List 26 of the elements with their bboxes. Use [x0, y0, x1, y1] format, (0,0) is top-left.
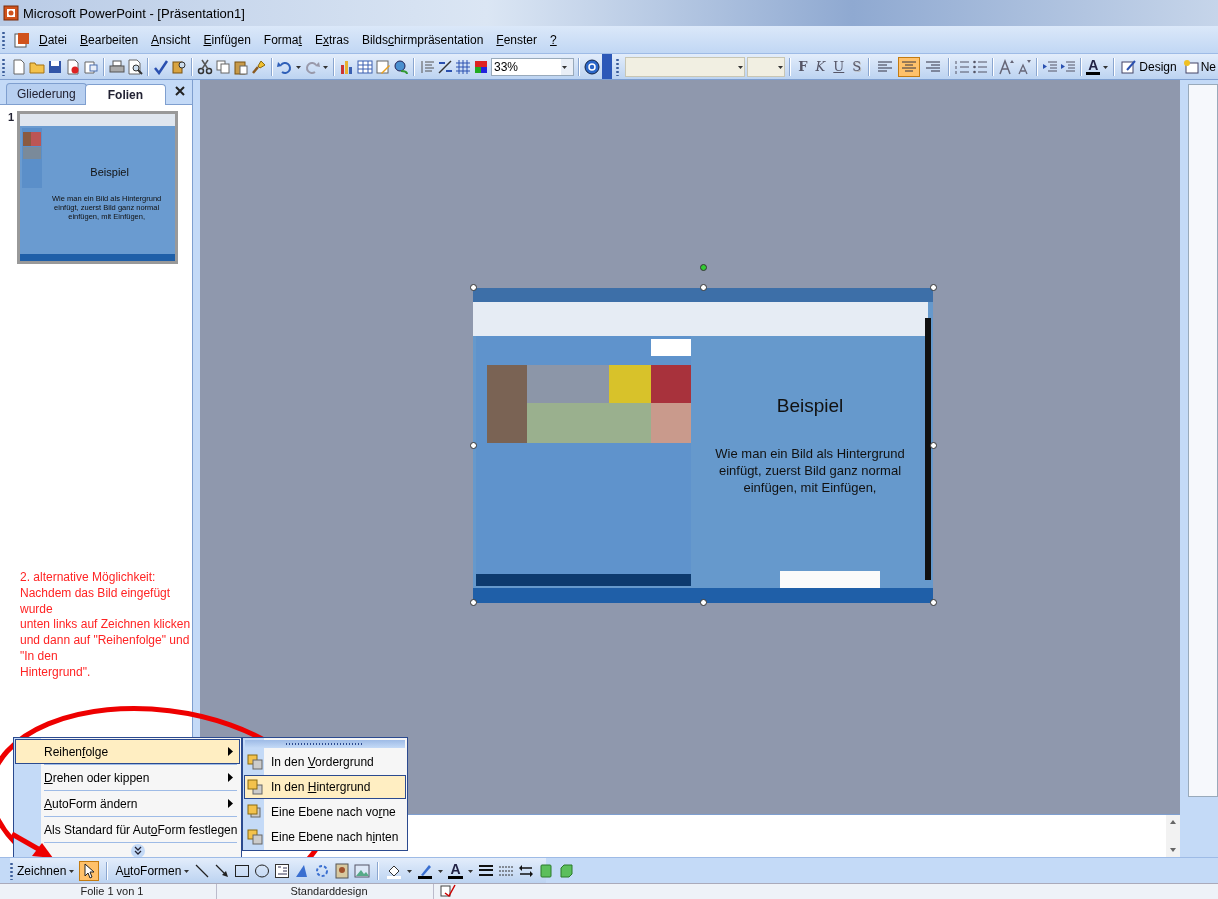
font-color-button[interactable]: A: [1086, 58, 1101, 75]
design-button[interactable]: Design: [1119, 58, 1179, 75]
menu-item[interactable]: Einfügen: [199, 30, 255, 49]
menu-item[interactable]: Format: [259, 30, 306, 49]
menu-item[interactable]: Ansicht: [147, 30, 195, 49]
shadow-button[interactable]: S: [849, 59, 865, 74]
zoom-field[interactable]: 33%: [491, 57, 575, 76]
new-slide-button[interactable]: Ne: [1180, 58, 1218, 75]
window-title: Microsoft PowerPoint - [Präsentation1]: [23, 5, 245, 21]
underline-button[interactable]: U: [830, 59, 848, 74]
slide-number: 1: [8, 111, 15, 125]
panel-tab[interactable]: Folien: [84, 84, 167, 105]
menu-item[interactable]: ?: [546, 30, 561, 49]
instruction-note: 2. alternative Möglichkeit: Nachdem das Bild eingefügt wurde unten links auf Zeichnen klicken und dann auf "Reihenfolge" und "In den Hintergrund".: [19, 570, 192, 681]
slide-title: Beispiel: [90, 166, 129, 178]
italic-button[interactable]: K: [812, 59, 829, 74]
menu-item[interactable]: Bildschirmpräsentation: [357, 30, 488, 49]
menu-item[interactable]: Fenster: [492, 30, 541, 49]
menu-item[interactable]: Datei: [35, 30, 72, 49]
bold-button[interactable]: F: [795, 59, 811, 74]
menu-item[interactable]: Extras: [310, 30, 353, 49]
font-color-button[interactable]: A: [448, 862, 463, 879]
slide-title: Beispiel: [776, 395, 844, 417]
panel-tab[interactable]: Gliederung: [6, 83, 87, 104]
slide-body-text: Wie man ein Bild als Hintergrund einfügt, zuerst Bild ganz normal einfügen, mit Einfügen,: [714, 445, 906, 496]
menu-item[interactable]: Bearbeiten: [76, 30, 143, 49]
